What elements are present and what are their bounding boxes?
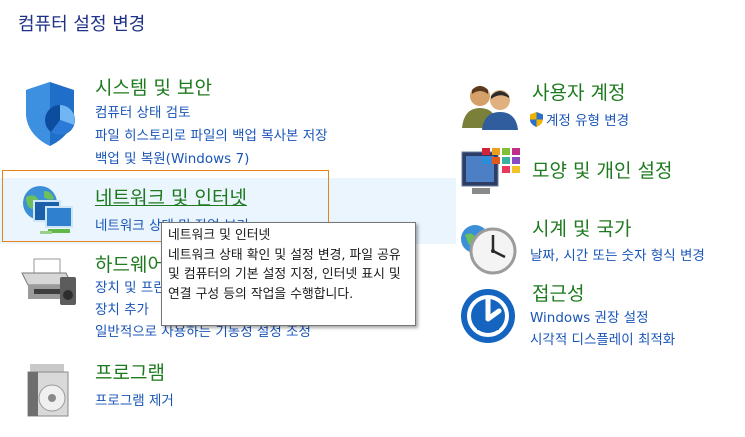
category-title-system-security[interactable]: 시스템 및 보안 xyxy=(95,76,212,100)
link-optimize-display[interactable]: 시각적 디스플레이 최적화 xyxy=(530,330,675,350)
tooltip-body: 네트워크 상태 확인 및 설정 변경, 파일 공유 및 컴퓨터의 기본 설정 지… xyxy=(168,247,401,302)
category-title-ease-of-access[interactable]: 접근성 xyxy=(532,282,584,306)
category-title-clock-region[interactable]: 시계 및 국가 xyxy=(532,217,631,241)
tooltip-network-internet: 네트워크 및 인터넷 네트워크 상태 확인 및 설정 변경, 파일 공유 및 컴… xyxy=(161,222,416,326)
link-change-account-type[interactable]: 계정 유형 변경 xyxy=(530,111,629,131)
globe-network-icon[interactable] xyxy=(18,183,76,241)
category-title-programs[interactable]: 프로그램 xyxy=(95,361,165,385)
users-icon[interactable] xyxy=(460,82,520,130)
tooltip-title: 네트워크 및 인터넷 xyxy=(168,228,271,243)
link-review-computer-status[interactable]: 컴퓨터 상태 검토 xyxy=(95,103,191,123)
link-file-history[interactable]: 파일 히스토리로 파일의 백업 복사본 저장 xyxy=(95,126,328,146)
category-title-network-internet[interactable]: 네트워크 및 인터넷 xyxy=(95,186,247,210)
link-label: 계정 유형 변경 xyxy=(546,113,630,129)
category-title-user-accounts[interactable]: 사용자 계정 xyxy=(532,81,625,105)
link-add-device[interactable]: 장치 추가 xyxy=(95,300,149,320)
link-change-date-time-format[interactable]: 날짜, 시간 또는 숫자 형식 변경 xyxy=(530,246,705,266)
monitor-tiles-icon[interactable] xyxy=(460,146,522,198)
link-recommended-settings[interactable]: Windows 권장 설정 xyxy=(530,308,649,328)
link-backup-restore[interactable]: 백업 및 복원(Windows 7) xyxy=(95,149,249,169)
programs-disc-icon[interactable] xyxy=(24,362,76,420)
printer-icon[interactable] xyxy=(20,255,78,309)
uac-shield-icon xyxy=(530,112,543,127)
clock-globe-icon[interactable] xyxy=(459,217,519,277)
page-title: 컴퓨터 설정 변경 xyxy=(18,14,146,35)
shield-pie-icon[interactable] xyxy=(20,78,80,148)
category-title-appearance[interactable]: 모양 및 개인 설정 xyxy=(532,159,672,183)
link-uninstall-program[interactable]: 프로그램 제거 xyxy=(95,391,174,411)
ease-of-access-icon[interactable] xyxy=(459,287,517,345)
